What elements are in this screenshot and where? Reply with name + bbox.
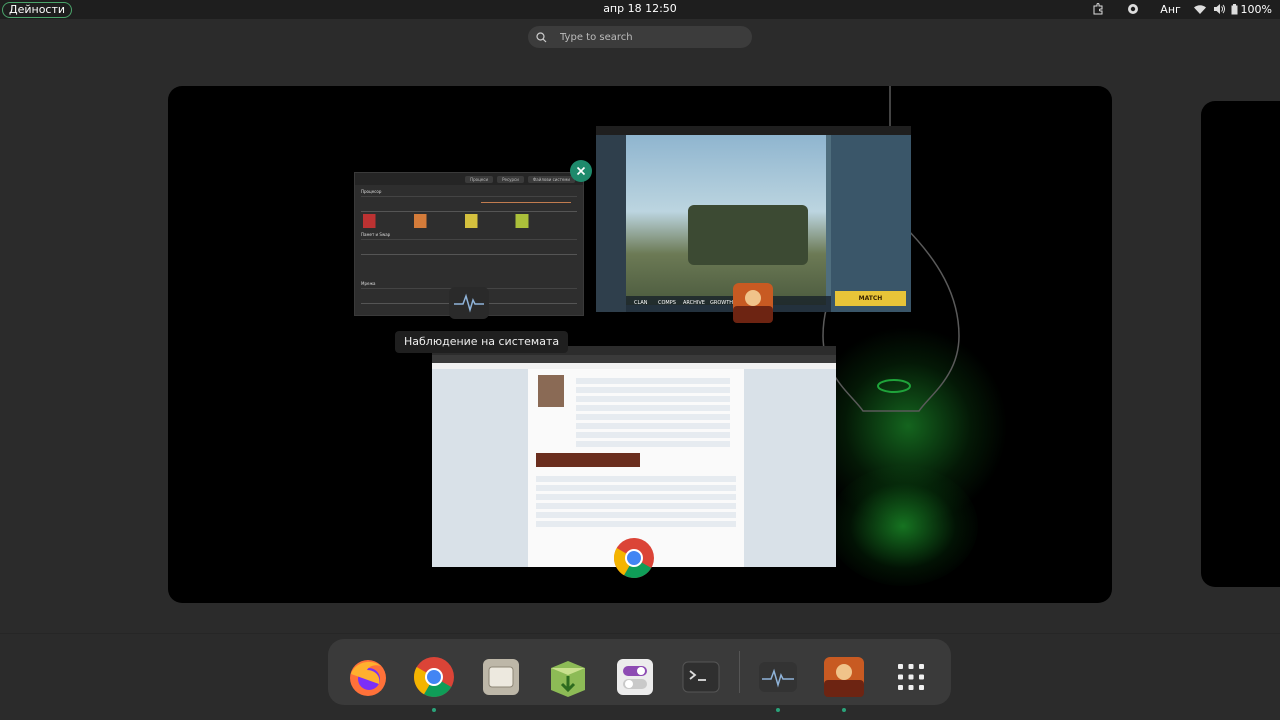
running-indicator: [432, 708, 436, 712]
system-monitor-app-icon: [448, 286, 490, 328]
search-icon: [536, 31, 558, 43]
pubg-app-icon: [732, 282, 774, 324]
window-title-tooltip: Наблюдение на системата: [395, 331, 569, 353]
game-bottom-bar: CLAN COMPS ARCHIVE GROWTH: [626, 296, 831, 312]
sysmon-tab: Файлови системи: [527, 175, 575, 183]
game-titlebar: [596, 126, 911, 135]
game-jeep: [688, 205, 808, 265]
volume-icon[interactable]: [1211, 2, 1229, 16]
system-tray[interactable]: Анг 100%: [1083, 2, 1272, 16]
coffee-icon[interactable]: [1113, 2, 1153, 16]
search-box[interactable]: [528, 26, 752, 48]
cpu-legend: [363, 214, 575, 228]
extension-icon[interactable]: [1083, 2, 1113, 16]
pubg-game-icon[interactable]: [823, 656, 865, 698]
forum-banner: [536, 453, 640, 467]
files-icon[interactable]: [480, 656, 522, 698]
top-bar: Дейности апр 18 12:50 Анг 100%: [0, 0, 1280, 19]
wifi-icon[interactable]: [1189, 2, 1211, 16]
firefox-icon[interactable]: [347, 656, 389, 698]
battery-icon[interactable]: [1229, 2, 1241, 16]
page-ornament-left: [432, 369, 528, 567]
game-tab: CLAN: [634, 300, 648, 306]
chrome-icon[interactable]: [413, 656, 455, 698]
game-scene: [626, 135, 826, 305]
running-indicator: [842, 708, 846, 712]
game-right-panel: [831, 135, 911, 312]
game-left-menu: [596, 135, 626, 312]
memory-graph: [361, 239, 577, 255]
terminal-icon[interactable]: [680, 656, 722, 698]
sysmon-tab: Процеси: [465, 175, 494, 183]
game-tab: GROWTH: [710, 300, 734, 306]
overview-divider: [0, 633, 1280, 634]
page-ornament-right: [744, 369, 836, 567]
sysmon-tab: Ресурси: [497, 175, 524, 183]
forum-avatar: [538, 375, 564, 407]
close-icon: [576, 166, 586, 176]
software-install-icon[interactable]: [547, 656, 589, 698]
running-indicator: [776, 708, 780, 712]
sysmon-section: Процесор: [361, 189, 382, 194]
forum-topic-rows: [528, 473, 744, 530]
wallpaper-bulb-reflection: [828, 466, 978, 586]
search-input[interactable]: [558, 30, 742, 44]
sysmon-section: Памет и Swap: [361, 232, 391, 237]
window-chrome-browser[interactable]: [432, 346, 836, 567]
cpu-graph: [361, 196, 577, 212]
browser-address-bar: [432, 355, 836, 363]
forum-post-rows: [568, 375, 738, 450]
close-window-button[interactable]: [570, 160, 592, 182]
dock-separator: [739, 651, 740, 693]
battery-percent[interactable]: 100%: [1241, 2, 1272, 16]
app-grid-icon[interactable]: [890, 656, 932, 698]
game-tab: COMPS: [658, 300, 676, 306]
game-tab: ARCHIVE: [683, 300, 705, 306]
system-monitor-icon[interactable]: [757, 656, 799, 698]
chrome-app-icon: [613, 537, 655, 579]
settings-toggle-icon[interactable]: [614, 656, 656, 698]
game-match-button: MATCH: [835, 291, 906, 306]
keyboard-layout[interactable]: Анг: [1153, 2, 1189, 16]
next-workspace-thumbnail[interactable]: [1201, 101, 1280, 587]
sysmon-headerbar: Процеси Ресурси Файлови системи: [355, 173, 583, 185]
